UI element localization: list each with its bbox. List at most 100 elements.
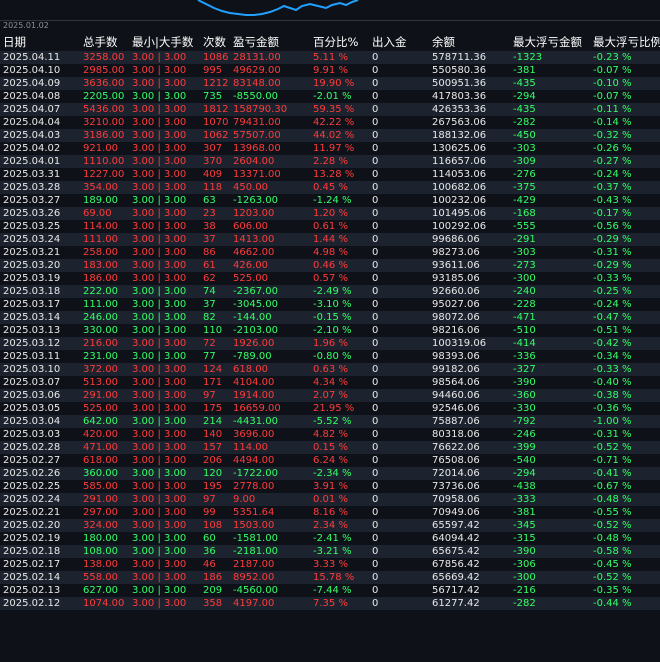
header-profit-loss[interactable]: 盈亏金额 (233, 34, 313, 51)
header-percent[interactable]: 百分比% (313, 34, 373, 51)
table-row[interactable]: 2025.03.17 111.00 3.00 | 3.00 37 -3045.00 -3.… (0, 298, 660, 311)
table-row[interactable]: 2025.03.11 231.00 3.00 | 3.00 77 -789.00 -0.8… (0, 350, 660, 363)
cell-total-lots: 1074.00 (83, 598, 125, 609)
header-max-floating-loss-pct[interactable]: 最大浮亏比例 (593, 34, 660, 51)
table-row[interactable]: 2025.03.31 1227.00 3.00 | 3.00 409 13371.00 1… (0, 168, 660, 181)
cell-max-floating-loss: -381 (513, 65, 536, 76)
cell-max-floating-loss: -540 (513, 455, 536, 466)
cell-balance: 98393.06 (432, 351, 480, 362)
cell-deposit-withdrawal: 0 (372, 78, 379, 89)
table-row[interactable]: 2025.03.28 354.00 3.00 | 3.00 118 450.00 0.45… (0, 181, 660, 194)
cell-max-floating-loss-pct: -0.23 % (593, 52, 632, 63)
cell-date: 2025.04.09 (3, 78, 61, 89)
table-row[interactable]: 2025.02.13 627.00 3.00 | 3.00 209 -4560.00 -7… (0, 584, 660, 597)
table-row[interactable]: 2025.03.21 258.00 3.00 | 3.00 86 4662.00 4.98… (0, 246, 660, 259)
table-row[interactable]: 2025.04.02 921.00 3.00 | 3.00 307 13968.00 11… (0, 142, 660, 155)
table-row[interactable]: 2025.03.20 183.00 3.00 | 3.00 61 426.00 0.46 … (0, 259, 660, 272)
cell-max-floating-loss: -429 (513, 195, 536, 206)
cell-total-lots: 471.00 (83, 442, 118, 453)
table-row[interactable]: 2025.03.18 222.00 3.00 | 3.00 74 -2367.00 -2.… (0, 285, 660, 298)
cell-trade-count: 206 (203, 455, 223, 466)
table-row[interactable]: 2025.02.27 618.00 3.00 | 3.00 206 4494.00 6.2… (0, 454, 660, 467)
cell-profit-loss: 83148.00 (233, 78, 281, 89)
table-row[interactable]: 2025.04.08 2205.00 3.00 | 3.00 735 -8550.00 -… (0, 90, 660, 103)
cell-deposit-withdrawal: 0 (372, 494, 379, 505)
cell-balance: 578711.36 (432, 52, 487, 63)
table-row[interactable]: 2025.03.27 189.00 3.00 | 3.00 63 -1263.00 -1.… (0, 194, 660, 207)
cell-max-floating-loss-pct: -0.07 % (593, 91, 632, 102)
cell-total-lots: 258.00 (83, 247, 118, 258)
table-row[interactable]: 2025.02.24 291.00 3.00 | 3.00 97 9.00 0.01 % 0… (0, 493, 660, 506)
table-row[interactable]: 2025.02.28 471.00 3.00 | 3.00 157 114.00 0.15… (0, 441, 660, 454)
table-row[interactable]: 2025.03.05 525.00 3.00 | 3.00 175 16659.00 21… (0, 402, 660, 415)
header-date[interactable]: 日期 (3, 34, 81, 51)
table-row[interactable]: 2025.03.14 246.00 3.00 | 3.00 82 -144.00 -0.1… (0, 311, 660, 324)
table-row[interactable]: 2025.02.19 180.00 3.00 | 3.00 60 -1581.00 -2.… (0, 532, 660, 545)
header-max-floating-loss[interactable]: 最大浮亏金额 (513, 34, 593, 51)
cell-max-floating-loss: -450 (513, 130, 536, 141)
table-row[interactable]: 2025.04.03 3186.00 3.00 | 3.00 1062 57507.00… (0, 129, 660, 142)
cell-max-floating-loss-pct: -0.71 % (593, 455, 632, 466)
cell-profit-loss: 1503.00 (233, 520, 275, 531)
table-row[interactable]: 2025.04.01 1110.00 3.00 | 3.00 370 2604.00 2.… (0, 155, 660, 168)
cell-profit-loss: 49629.00 (233, 65, 281, 76)
header-trade-count[interactable]: 次数 (203, 34, 233, 51)
cell-min-max-lots: 3.00 | 3.00 (132, 234, 187, 245)
cell-min-max-lots: 3.00 | 3.00 (132, 507, 187, 518)
table-row[interactable]: 2025.04.10 2985.00 3.00 | 3.00 995 49629.00 9… (0, 64, 660, 77)
cell-max-floating-loss: -294 (513, 91, 536, 102)
cell-balance: 116657.06 (432, 156, 487, 167)
table-row[interactable]: 2025.03.07 513.00 3.00 | 3.00 171 4104.00 4.3… (0, 376, 660, 389)
cell-deposit-withdrawal: 0 (372, 364, 379, 375)
cell-profit-loss: -789.00 (233, 351, 272, 362)
cell-date: 2025.03.03 (3, 429, 61, 440)
cell-date: 2025.03.05 (3, 403, 61, 414)
table-row[interactable]: 2025.02.20 324.00 3.00 | 3.00 108 1503.00 2.3… (0, 519, 660, 532)
cell-date: 2025.02.12 (3, 598, 61, 609)
table-row[interactable]: 2025.04.09 3636.00 3.00 | 3.00 1212 83148.00… (0, 77, 660, 90)
table-row[interactable]: 2025.02.21 297.00 3.00 | 3.00 99 5351.64 8.16… (0, 506, 660, 519)
table-row[interactable]: 2025.02.18 108.00 3.00 | 3.00 36 -2181.00 -3.… (0, 545, 660, 558)
cell-trade-count: 110 (203, 325, 223, 336)
cell-min-max-lots: 3.00 | 3.00 (132, 208, 187, 219)
table-row[interactable]: 2025.03.26 69.00 3.00 | 3.00 23 1203.00 1.20 … (0, 207, 660, 220)
table-row[interactable]: 2025.02.26 360.00 3.00 | 3.00 120 -1722.00 -2… (0, 467, 660, 480)
header-min-max-lots[interactable]: 最小|大手数 (132, 34, 202, 51)
cell-max-floating-loss: -390 (513, 546, 536, 557)
cell-max-floating-loss-pct: -0.47 % (593, 312, 632, 323)
table-row[interactable]: 2025.03.04 642.00 3.00 | 3.00 214 -4431.00 -5… (0, 415, 660, 428)
table-row[interactable]: 2025.03.25 114.00 3.00 | 3.00 38 606.00 0.61 … (0, 220, 660, 233)
table-row[interactable]: 2025.04.07 5436.00 3.00 | 3.00 1812 158790.3… (0, 103, 660, 116)
table-row[interactable]: 2025.03.03 420.00 3.00 | 3.00 140 3696.00 4.8… (0, 428, 660, 441)
table-row[interactable]: 2025.04.04 3210.00 3.00 | 3.00 1070 79431.00… (0, 116, 660, 129)
cell-min-max-lots: 3.00 | 3.00 (132, 260, 187, 271)
cell-max-floating-loss-pct: -0.41 % (593, 468, 632, 479)
cell-total-lots: 2985.00 (83, 65, 125, 76)
table-row[interactable]: 2025.02.14 558.00 3.00 | 3.00 186 8952.00 15.… (0, 571, 660, 584)
cell-trade-count: 38 (203, 221, 216, 232)
cell-profit-loss: -1263.00 (233, 195, 278, 206)
table-row[interactable]: 2025.03.06 291.00 3.00 | 3.00 97 1914.00 2.07… (0, 389, 660, 402)
table-row[interactable]: 2025.03.13 330.00 3.00 | 3.00 110 -2103.00 -2… (0, 324, 660, 337)
cell-trade-count: 37 (203, 299, 216, 310)
cell-trade-count: 995 (203, 65, 223, 76)
table-row[interactable]: 2025.02.25 585.00 3.00 | 3.00 195 2778.00 3.9… (0, 480, 660, 493)
cell-date: 2025.04.10 (3, 65, 61, 76)
cell-total-lots: 231.00 (83, 351, 118, 362)
header-deposit-withdrawal[interactable]: 出入金 (372, 34, 427, 51)
table-row[interactable]: 2025.04.11 3258.00 3.00 | 3.00 1086 28131.00… (0, 51, 660, 64)
table-row[interactable]: 2025.03.12 216.00 3.00 | 3.00 72 1926.00 1.96… (0, 337, 660, 350)
cell-date: 2025.04.04 (3, 117, 61, 128)
table-row[interactable]: 2025.03.10 372.00 3.00 | 3.00 124 618.00 0.63… (0, 363, 660, 376)
cell-balance: 114053.06 (432, 169, 487, 180)
cell-min-max-lots: 3.00 | 3.00 (132, 195, 187, 206)
header-total-lots[interactable]: 总手数 (83, 34, 133, 51)
table-row[interactable]: 2025.03.19 186.00 3.00 | 3.00 62 525.00 0.57 … (0, 272, 660, 285)
table-row[interactable]: 2025.03.24 111.00 3.00 | 3.00 37 1413.00 1.44… (0, 233, 660, 246)
cell-date: 2025.03.21 (3, 247, 61, 258)
header-balance[interactable]: 余额 (432, 34, 512, 51)
cell-trade-count: 62 (203, 273, 216, 284)
cell-deposit-withdrawal: 0 (372, 91, 379, 102)
table-row[interactable]: 2025.02.12 1074.00 3.00 | 3.00 358 4197.00 7.… (0, 597, 660, 610)
table-row[interactable]: 2025.02.17 138.00 3.00 | 3.00 46 2187.00 3.33… (0, 558, 660, 571)
